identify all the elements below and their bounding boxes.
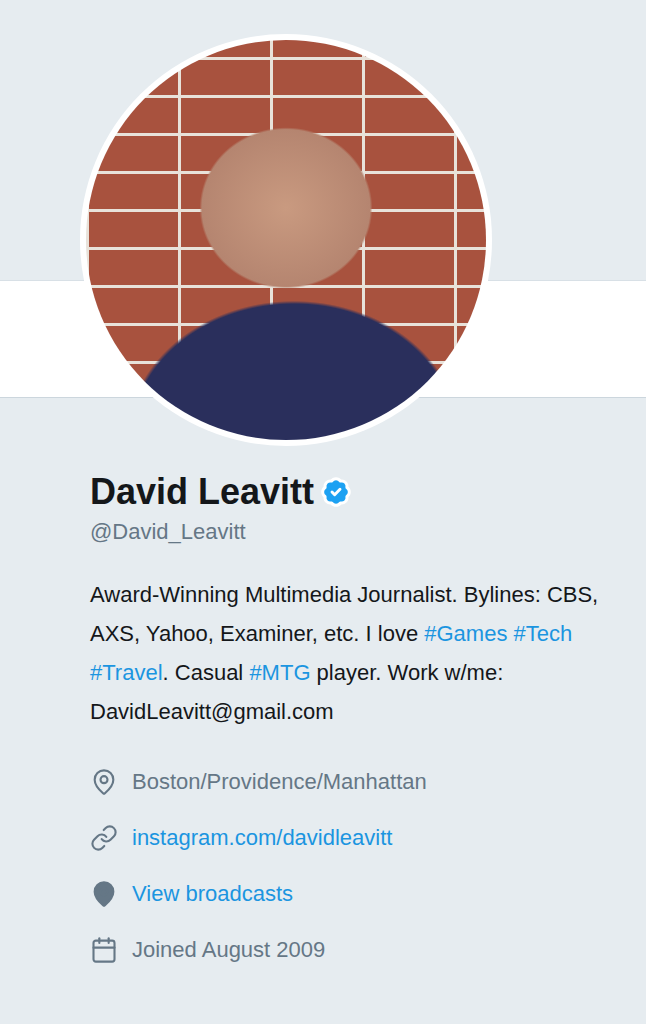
- meta-link[interactable]: View broadcasts: [132, 881, 293, 907]
- link-icon: [90, 824, 118, 852]
- profile-page: David Leavitt @David_Leavitt Award-Winning…: [0, 0, 646, 1024]
- meta-row: View broadcasts: [90, 877, 606, 911]
- verified-badge-icon: [320, 476, 352, 508]
- bio: Award-Winning Multimedia Journalist. Byl…: [90, 575, 605, 731]
- handle: @David_Leavitt: [90, 519, 606, 545]
- name-row: David Leavitt: [90, 470, 606, 513]
- profile-card: David Leavitt @David_Leavitt Award-Winning…: [0, 398, 646, 987]
- location-icon: [90, 768, 118, 796]
- meta-text: Boston/Providence/Manhattan: [132, 769, 427, 795]
- hashtag-link[interactable]: #Tech: [514, 621, 573, 646]
- hashtag-link[interactable]: #MTG: [249, 660, 310, 685]
- hashtag-link[interactable]: #Travel: [90, 660, 163, 685]
- avatar[interactable]: [80, 34, 492, 446]
- bio-text: [507, 621, 513, 646]
- bio-text: . Casual: [163, 660, 250, 685]
- meta-row: Joined August 2009: [90, 933, 606, 967]
- broadcast-pin-icon: [90, 880, 118, 908]
- display-name: David Leavitt: [90, 470, 314, 513]
- profile-photo: [86, 40, 486, 440]
- hashtag-link[interactable]: #Games: [424, 621, 507, 646]
- profile-meta: Boston/Providence/Manhattan instagram.com…: [90, 765, 606, 967]
- meta-row: instagram.com/davidleavitt: [90, 821, 606, 855]
- calendar-icon: [90, 936, 118, 964]
- meta-row: Boston/Providence/Manhattan: [90, 765, 606, 799]
- meta-text: Joined August 2009: [132, 937, 325, 963]
- meta-link[interactable]: instagram.com/davidleavitt: [132, 825, 392, 851]
